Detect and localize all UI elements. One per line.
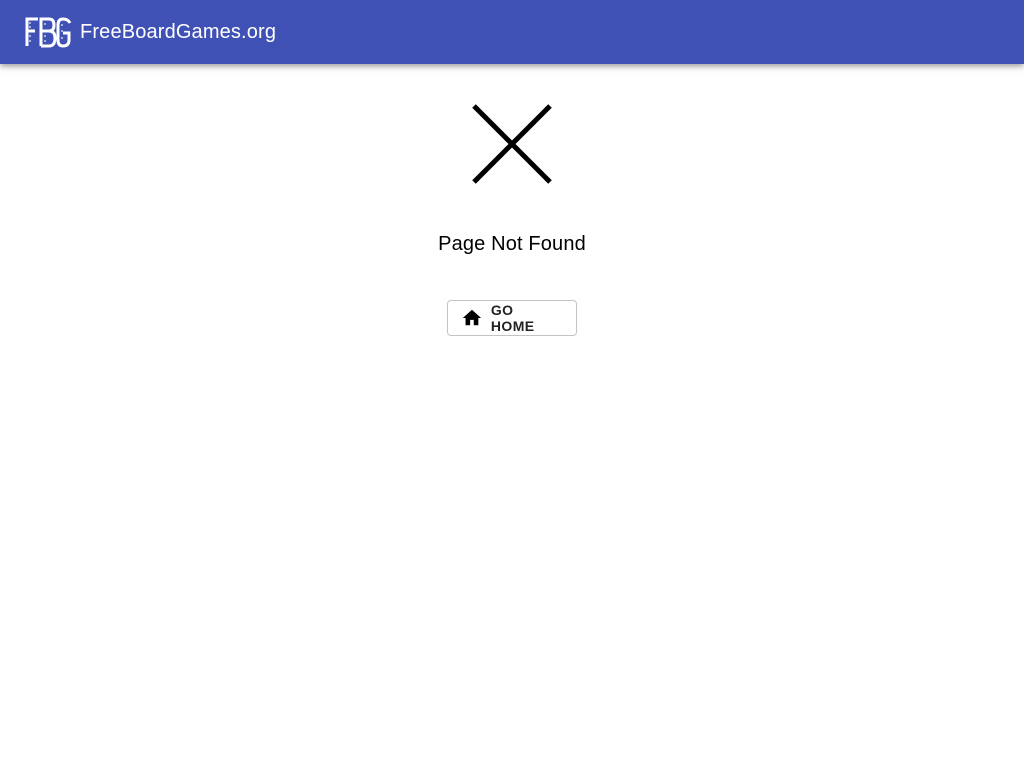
close-icon xyxy=(472,104,552,184)
brand-name: FreeBoardGames.org xyxy=(80,21,277,43)
app-bar: FreeBoardGames.org xyxy=(0,0,1024,64)
brand-link[interactable]: FreeBoardGames.org xyxy=(24,16,276,48)
page-title: Page Not Found xyxy=(438,233,586,255)
go-home-label: GO HOME xyxy=(490,302,535,334)
fbg-logo-icon xyxy=(25,17,72,48)
not-found-page: Page Not Found GO HOME xyxy=(0,64,1024,768)
home-icon xyxy=(462,309,482,326)
go-home-button[interactable]: GO HOME xyxy=(447,300,577,336)
